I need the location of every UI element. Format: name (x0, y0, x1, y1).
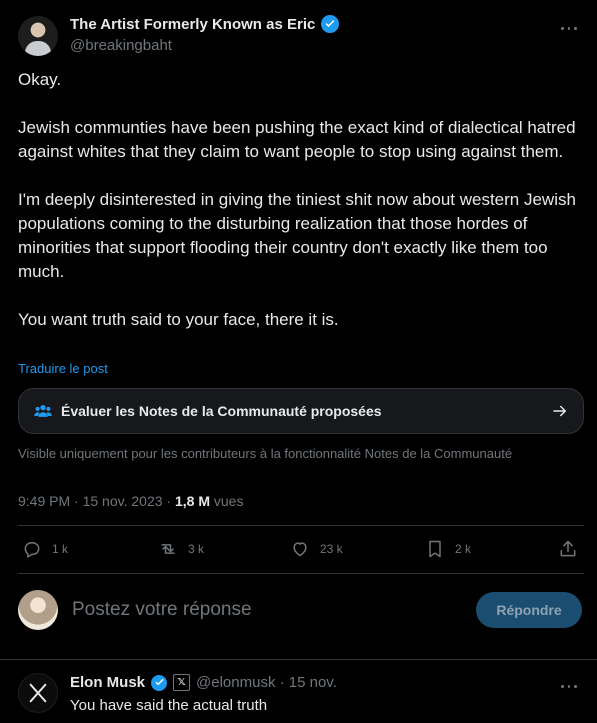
like-icon (293, 542, 307, 557)
tweet-meta: 9:49 PM · 15 nov. 2023 · 1,8 M vues (18, 493, 243, 509)
bookmark-count: 2 k (455, 542, 472, 556)
tweet-paragraph: You want truth said to your face, there … (18, 310, 339, 329)
reply-header: Elon Musk 𝕏 @elonmusk · 15 nov. (70, 674, 337, 691)
x-logo-icon (29, 683, 47, 703)
bookmark-button[interactable]: 2 k (425, 539, 471, 559)
views-count: 1,8 M (174, 493, 210, 509)
visibility-note: Visible uniquement pour les contributeur… (18, 446, 513, 461)
meta-separator: · (74, 493, 79, 509)
people-icon (34, 405, 52, 417)
author-name[interactable]: The Artist Formerly Known as Eric (70, 16, 315, 33)
reply-icon (24, 542, 40, 558)
bookmark-icon (429, 540, 441, 558)
action-bar: 1 k 3 k 23 k 2 k (18, 535, 584, 565)
meta-separator: · (166, 493, 172, 509)
tweet-time[interactable]: 9:49 PM (18, 493, 70, 509)
divider (0, 659, 597, 660)
reply-count: 1 k (52, 542, 69, 556)
author-handle[interactable]: @breakingbaht (70, 37, 172, 54)
more-icon[interactable] (559, 18, 579, 38)
affiliate-badge[interactable]: 𝕏 (173, 674, 191, 691)
views-label: vues (213, 493, 244, 509)
community-notes-label: Évaluer les Notes de la Communauté propo… (61, 403, 382, 419)
arrow-right-icon (553, 405, 566, 417)
like-count: 23 k (320, 542, 343, 556)
reply-text: You have said the actual truth (70, 697, 268, 714)
author-name-row: The Artist Formerly Known as Eric (70, 15, 340, 33)
reply-button[interactable]: 1 k (22, 539, 68, 559)
tweet-date[interactable]: 15 nov. 2023 (83, 493, 163, 509)
user-avatar[interactable] (18, 590, 58, 630)
repost-count: 3 k (188, 542, 205, 556)
share-icon (560, 540, 576, 557)
reply-author-name[interactable]: Elon Musk (70, 674, 145, 691)
tweet-text: Okay. Jewish communties have been pushin… (18, 68, 584, 356)
tweet-paragraph: Okay. (18, 70, 62, 89)
like-button[interactable]: 23 k (290, 539, 343, 559)
repost-icon (161, 544, 175, 554)
tweet-paragraph: Jewish communties have been pushing the … (18, 118, 576, 161)
verified-icon[interactable] (321, 15, 340, 33)
verified-icon[interactable] (151, 674, 168, 691)
community-notes-button[interactable]: Évaluer les Notes de la Communauté propo… (18, 388, 584, 434)
reply-handle-date[interactable]: @elonmusk · 15 nov. (196, 674, 337, 691)
divider (18, 525, 584, 526)
reply-author-avatar[interactable] (18, 673, 58, 713)
reply-submit-button[interactable]: Répondre (476, 592, 582, 628)
more-icon[interactable] (559, 676, 579, 696)
share-button[interactable] (558, 539, 588, 559)
reply-input[interactable]: Postez votre réponse (72, 599, 252, 621)
translate-link[interactable]: Traduire le post (18, 361, 108, 376)
divider (18, 573, 584, 574)
author-avatar[interactable] (18, 16, 58, 56)
repost-button[interactable]: 3 k (158, 539, 204, 559)
tweet-paragraph: I'm deeply disinterested in giving the t… (18, 190, 576, 281)
